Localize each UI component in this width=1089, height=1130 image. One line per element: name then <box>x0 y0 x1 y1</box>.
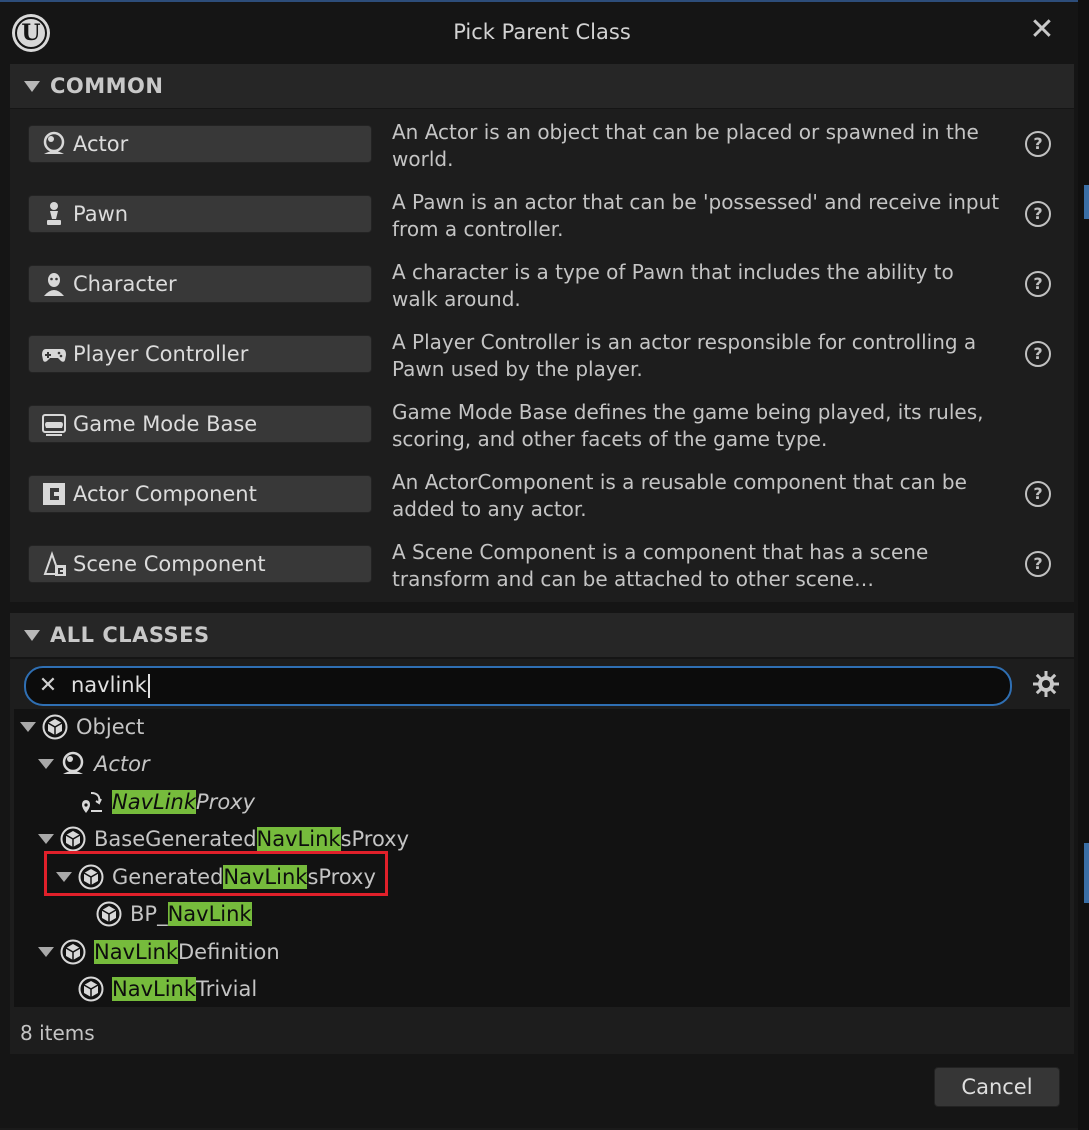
navlink-proxy-icon <box>76 787 106 817</box>
help-icon[interactable]: ? <box>1025 131 1051 157</box>
common-section-header[interactable]: COMMON <box>10 64 1074 108</box>
actor-component-description: An ActorComponent is a reusable componen… <box>392 470 967 521</box>
expand-arrow-icon[interactable] <box>38 947 54 957</box>
actor-component-button-label: Actor Component <box>73 482 257 506</box>
game-mode-base-description: Game Mode Base defines the game being pl… <box>392 400 984 451</box>
common-row-player-controller: Player Controller A Player Controller is… <box>10 319 1074 389</box>
pawn-button-label: Pawn <box>73 202 129 226</box>
actor-icon <box>58 749 88 779</box>
actor-component-icon <box>37 479 71 509</box>
scene-component-icon <box>37 549 71 579</box>
dialog-footer <box>10 1054 1074 1126</box>
common-section-title: COMMON <box>50 74 164 98</box>
scene-component-button[interactable]: Scene Component <box>28 545 372 583</box>
collapse-arrow-icon[interactable] <box>24 80 40 92</box>
pawn-description: A Pawn is an actor that can be 'possesse… <box>392 190 1000 241</box>
background-strip-mark <box>1084 843 1089 903</box>
help-icon[interactable]: ? <box>1025 551 1051 577</box>
search-input-value[interactable]: navlink <box>71 668 150 704</box>
player-controller-button[interactable]: Player Controller <box>28 335 372 373</box>
gamepad-icon <box>37 339 71 369</box>
item-count: 8 items <box>20 1021 95 1045</box>
help-icon[interactable]: ? <box>1025 481 1051 507</box>
help-icon[interactable]: ? <box>1025 201 1051 227</box>
cancel-button[interactable]: Cancel <box>934 1067 1060 1107</box>
actor-button-label: Actor <box>73 132 129 156</box>
close-icon[interactable]: ✕ <box>1026 14 1058 46</box>
pawn-button[interactable]: Pawn <box>28 195 372 233</box>
character-icon <box>37 269 71 299</box>
common-row-character: Character A character is a type of Pawn … <box>10 249 1074 319</box>
all-classes-section-header[interactable]: ALL CLASSES <box>10 613 1074 657</box>
common-row-scene-component: Scene Component A Scene Component is a c… <box>10 529 1074 599</box>
scene-component-button-label: Scene Component <box>73 552 266 576</box>
tree-item-object[interactable]: Object <box>20 709 144 745</box>
expand-arrow-icon[interactable] <box>38 759 54 769</box>
help-icon[interactable]: ? <box>1025 341 1051 367</box>
tree-item-label: Object <box>76 715 145 739</box>
class-icon <box>40 712 70 742</box>
actor-icon <box>37 129 71 159</box>
dialog-title: Pick Parent Class <box>453 20 631 44</box>
character-button-label: Character <box>73 272 177 296</box>
text-caret <box>147 674 150 698</box>
character-description: A character is a type of Pawn that inclu… <box>392 260 954 311</box>
tree-item-actor[interactable]: Actor <box>38 746 150 782</box>
gear-icon[interactable] <box>1032 670 1060 698</box>
tree-item-label: NavLinkTrivial <box>112 977 258 1001</box>
tree-item-label: BP_NavLink <box>130 902 252 926</box>
class-icon <box>58 937 88 967</box>
collapse-arrow-icon[interactable] <box>24 629 40 641</box>
common-row-game-mode-base: Game Mode Base Game Mode Base defines th… <box>10 389 1074 459</box>
game-mode-base-button-label: Game Mode Base <box>73 412 258 436</box>
class-search-input[interactable]: ✕ navlink <box>24 666 1012 706</box>
game-mode-icon <box>37 409 71 439</box>
tree-item-label: BaseGeneratedNavLinksProxy <box>94 827 410 851</box>
actor-button[interactable]: Actor <box>28 125 372 163</box>
expand-arrow-icon[interactable] <box>20 722 36 732</box>
class-icon <box>76 974 106 1004</box>
tree-item-label: NavLinkProxy <box>112 790 256 814</box>
player-controller-button-label: Player Controller <box>73 342 249 366</box>
annotation-highlight-box <box>44 851 388 896</box>
common-row-pawn: Pawn A Pawn is an actor that can be 'pos… <box>10 179 1074 249</box>
common-row-actor: Actor An Actor is an object that can be … <box>10 109 1074 179</box>
character-button[interactable]: Character <box>28 265 372 303</box>
tree-item-navlinkdefinition[interactable]: NavLinkDefinition <box>38 934 280 970</box>
tree-item-navlinktrivial[interactable]: NavLinkTrivial <box>76 971 257 1007</box>
tree-item-navlinkproxy[interactable]: NavLinkProxy <box>76 784 255 820</box>
actor-component-button[interactable]: Actor Component <box>28 475 372 513</box>
tree-item-bp-navlink[interactable]: BP_NavLink <box>94 896 252 932</box>
class-icon <box>58 824 88 854</box>
title-bar[interactable]: U Pick Parent Class ✕ <box>0 2 1078 64</box>
pawn-icon <box>37 199 71 229</box>
search-query-text: navlink <box>71 673 147 697</box>
help-icon[interactable]: ? <box>1025 271 1051 297</box>
common-class-list: Actor An Actor is an object that can be … <box>10 109 1074 602</box>
actor-description: An Actor is an object that can be placed… <box>392 120 979 171</box>
player-controller-description: A Player Controller is an actor responsi… <box>392 330 977 381</box>
game-mode-base-button[interactable]: Game Mode Base <box>28 405 372 443</box>
background-editor-strip <box>1078 0 1089 1130</box>
clear-search-icon[interactable]: ✕ <box>36 670 60 702</box>
tree-item-label: NavLinkDefinition <box>94 940 280 964</box>
all-classes-section-title: ALL CLASSES <box>50 623 210 647</box>
pick-parent-class-dialog: U Pick Parent Class ✕ COMMON Actor An Ac… <box>0 2 1078 1128</box>
class-icon <box>94 899 124 929</box>
tree-item-label: Actor <box>94 752 150 776</box>
common-row-actor-component: Actor Component An ActorComponent is a r… <box>10 459 1074 529</box>
background-strip-mark <box>1084 185 1089 219</box>
scene-component-description: A Scene Component is a component that ha… <box>392 540 929 591</box>
expand-arrow-icon[interactable] <box>38 834 54 844</box>
